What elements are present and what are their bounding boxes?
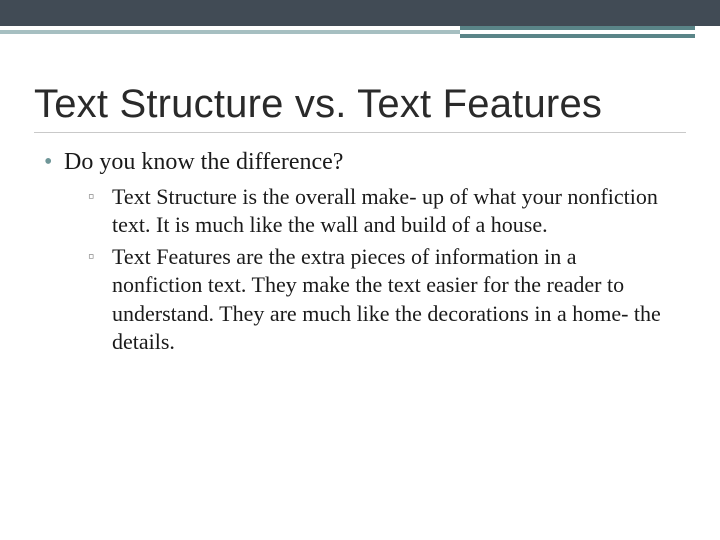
slide: Text Structure vs. Text Features Do you … [0,0,720,540]
bullet-list: Do you know the difference? Text Structu… [34,147,686,356]
bullet-item: Do you know the difference? Text Structu… [42,147,668,356]
accent-line-left [0,30,460,34]
accent-bar [0,26,720,38]
sub-bullet-item: Text Features are the extra pieces of in… [88,243,668,356]
slide-content: Text Structure vs. Text Features Do you … [0,38,720,356]
sub-bullet-text: Text Structure is the overall make- up o… [112,184,658,237]
top-bar [0,0,720,26]
slide-title: Text Structure vs. Text Features [34,82,686,126]
title-underline [34,132,686,133]
sub-bullet-list: Text Structure is the overall make- up o… [64,183,668,356]
bullet-text: Do you know the difference? [64,149,343,175]
sub-bullet-text: Text Features are the extra pieces of in… [112,244,661,353]
accent-line-right-top [460,26,695,30]
accent-line-right-bottom [460,34,695,38]
sub-bullet-item: Text Structure is the overall make- up o… [88,183,668,239]
